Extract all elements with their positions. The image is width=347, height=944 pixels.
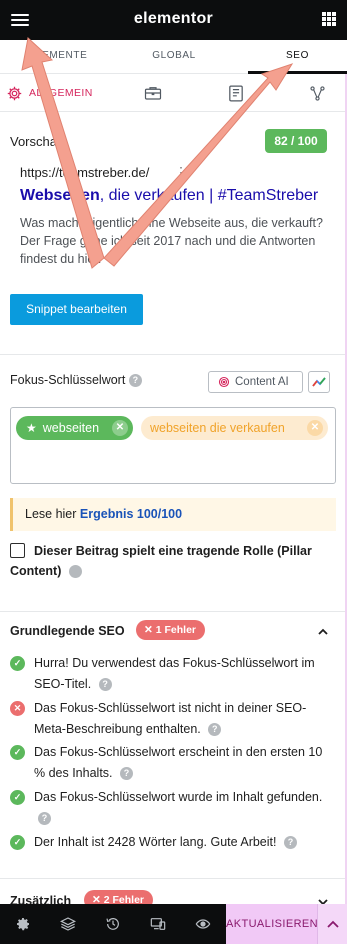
chevron-up-icon[interactable]: [317, 626, 329, 638]
top-bar: elementor: [0, 0, 347, 40]
seo-score-badge: 82 / 100: [265, 129, 327, 153]
check-circle-icon: ✓: [10, 835, 25, 850]
divider: [0, 878, 345, 879]
result-link[interactable]: Ergebnis 100/100: [80, 507, 182, 521]
focus-keyword-input[interactable]: ★ webseiten ✕ webseiten die verkaufen ✕: [10, 407, 336, 484]
settings-icon[interactable]: [15, 916, 31, 932]
chevron-up-icon: [327, 920, 339, 928]
badge-text: 1 Fehler: [155, 624, 197, 636]
close-icon: ✕: [144, 624, 153, 636]
result-notice: Lese hier Ergebnis 100/100: [10, 498, 336, 531]
pillar-content-label: Dieser Beitrag spielt eine tragende Roll…: [10, 541, 335, 581]
error-circle-icon: ✕: [10, 701, 25, 716]
subtab-schema[interactable]: [228, 83, 244, 103]
divider: [0, 611, 345, 612]
content-ai-icon: [218, 376, 230, 388]
keyword-tag-primary[interactable]: ★ webseiten ✕: [16, 416, 133, 440]
focus-keyword-label: Fokus-Schlüsselwort ?: [10, 373, 142, 388]
serp-title: Webseiten, die verkaufen | #TeamStreber: [20, 187, 338, 205]
check-circle-icon: ✓: [10, 656, 25, 671]
help-icon[interactable]: ?: [283, 836, 297, 850]
focus-keyword-label-text: Fokus-Schlüsselwort: [10, 373, 126, 387]
keyword-tag-text: webseiten: [42, 421, 100, 435]
check-item: ✕ Das Fokus-Schlüsselwort ist nicht in d…: [10, 698, 336, 739]
grid-apps-icon[interactable]: [322, 12, 336, 26]
check-circle-icon: ✓: [10, 790, 25, 805]
check-circle-icon: ✓: [10, 745, 25, 760]
kebab-menu-icon[interactable]: ⋮: [174, 165, 188, 179]
basic-seo-error-badge: ✕ 1 Fehler: [136, 620, 206, 640]
trends-button[interactable]: [308, 371, 330, 393]
check-item-text: Hurra! Du verwendest das Fokus-Schlüssel…: [34, 656, 315, 691]
check-item: ✓ Das Fokus-Schlüsselwort erscheint in d…: [10, 742, 336, 783]
pillar-content-checkbox[interactable]: [10, 543, 25, 558]
gear-icon: [7, 86, 22, 100]
check-item: ✓ Das Fokus-Schlüsselwort wurde im Inhal…: [10, 787, 336, 828]
elementor-logo: elementor: [133, 10, 214, 27]
check-item: ✓ Hurra! Du verwendest das Fokus-Schlüss…: [10, 653, 336, 694]
subtab-advanced[interactable]: [144, 83, 162, 103]
help-icon[interactable]: ?: [208, 722, 222, 736]
update-options-button[interactable]: [317, 904, 347, 944]
preview-eye-icon[interactable]: [195, 916, 211, 932]
layers-icon[interactable]: [60, 916, 76, 932]
subtab-general[interactable]: ALLGEMEIN: [6, 83, 93, 103]
responsive-icon[interactable]: [150, 916, 166, 932]
notice-prefix: Lese hier: [25, 507, 80, 521]
check-item-text: Der Inhalt ist 2428 Wörter lang. Gute Ar…: [34, 835, 277, 849]
serp-url: https://teamstreber.de/: [20, 165, 150, 180]
star-icon: ★: [26, 421, 37, 435]
help-icon[interactable]: ?: [128, 374, 142, 388]
check-item-text: Das Fokus-Schlüsselwort ist nicht in dei…: [34, 701, 307, 736]
help-icon[interactable]: ?: [68, 565, 98, 579]
tab-seo[interactable]: SEO: [248, 40, 347, 74]
tab-global[interactable]: GLOBAL: [116, 40, 232, 74]
briefcase-icon: [144, 87, 162, 100]
help-icon[interactable]: ?: [98, 677, 112, 691]
serp-title-keyword: Webseiten: [20, 187, 100, 204]
pillar-content-text: Dieser Beitrag spielt eine tragende Roll…: [10, 544, 312, 578]
check-item-text: Das Fokus-Schlüsselwort wurde im Inhalt …: [34, 790, 323, 804]
seo-subtabs: ALLGEMEIN: [0, 74, 345, 112]
history-icon[interactable]: [105, 916, 121, 932]
content-ai-label: Content AI: [235, 376, 289, 388]
content-ai-button[interactable]: Content AI: [208, 371, 303, 393]
subtab-social[interactable]: [309, 83, 326, 103]
help-icon[interactable]: ?: [38, 811, 51, 825]
edit-snippet-button[interactable]: Snippet bearbeiten: [10, 294, 143, 325]
trend-chart-icon: [312, 377, 326, 387]
serp-description: Was macht eigentlich eine Webseite aus, …: [20, 216, 323, 267]
remove-tag-icon[interactable]: ✕: [112, 420, 128, 436]
preview-title: Vorschau: [10, 134, 65, 149]
keyword-tag-text: webseiten die verkaufen: [150, 421, 285, 435]
share-graph-icon: [310, 85, 325, 101]
serp-title-rest: , die verkaufen | #TeamStreber: [99, 187, 319, 204]
help-icon[interactable]: ?: [120, 766, 133, 780]
basic-seo-title[interactable]: Grundlegende SEO: [10, 624, 125, 638]
panel-tabs: ELEMENTE GLOBAL SEO: [0, 40, 347, 74]
divider: [0, 354, 345, 355]
document-icon: [229, 85, 243, 101]
remove-tag-icon[interactable]: ✕: [307, 420, 323, 436]
tab-elemente[interactable]: ELEMENTE: [0, 40, 116, 74]
check-item: ✓ Der Inhalt ist 2428 Wörter lang. Gute …: [10, 832, 336, 853]
check-item-text: Das Fokus-Schlüsselwort erscheint in den…: [34, 745, 323, 780]
update-button[interactable]: AKTUALISIEREN: [226, 904, 318, 944]
keyword-tag-secondary[interactable]: webseiten die verkaufen ✕: [141, 416, 328, 440]
subtab-general-label: ALLGEMEIN: [29, 87, 93, 99]
